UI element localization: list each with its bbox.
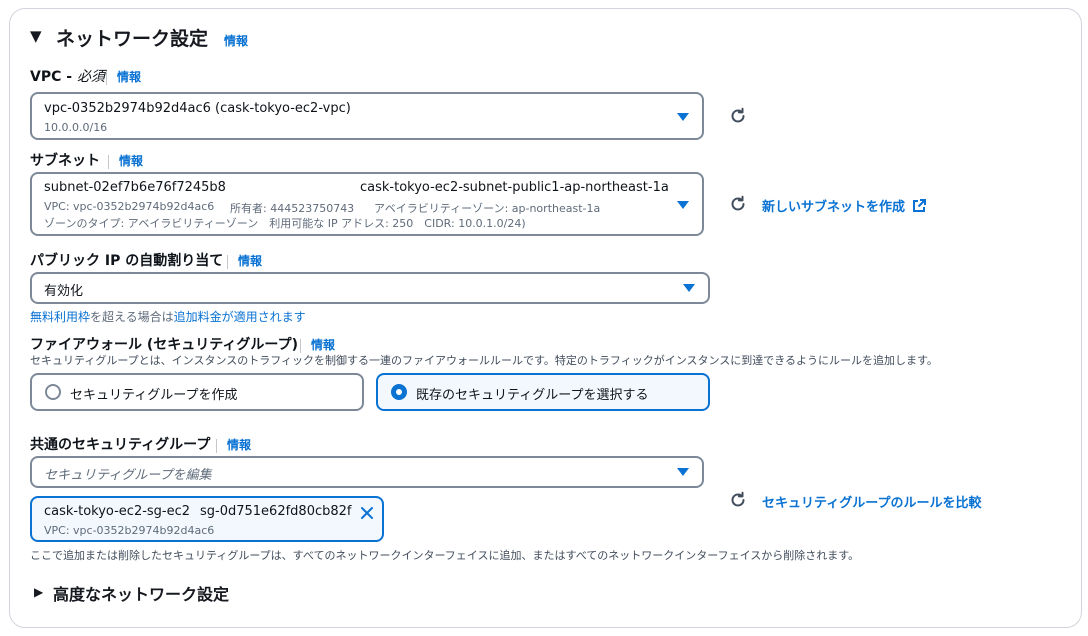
create-sg-option[interactable]: セキュリティグループを作成 [30, 373, 364, 411]
common-sg-label: 共通のセキュリティグループ [30, 437, 211, 453]
sg-token-vpc: VPC: vpc-0352b2974b92d4ac6 [44, 524, 215, 537]
refresh-icon[interactable] [729, 107, 747, 125]
sg-token-id: sg-0d751e62fd80cb82f [200, 504, 352, 519]
public-ip-value: 有効化 [44, 284, 84, 299]
subnet-az: アベイラビリティーゾーン: ap-northeast-1a [374, 202, 601, 215]
subnet-info-link[interactable]: 情報 [119, 154, 143, 168]
vpc-select-value: vpc-0352b2974b92d4ac6 (cask-tokyo-ec2-vp… [44, 101, 351, 116]
section-toggle[interactable]: ▼ [30, 27, 42, 45]
sg-footnote: ここで追加または削除したセキュリティグループは、すべてのネットワークインターフェ… [30, 549, 860, 562]
firewall-info: 情報 [292, 336, 335, 353]
sg-search-placeholder: セキュリティグループを編集 [44, 468, 212, 483]
create-sg-radio[interactable] [45, 384, 61, 400]
vpc-info-link[interactable]: 情報 [117, 70, 141, 84]
extra-charge-link[interactable]: 追加料金が適用されます [174, 310, 306, 324]
caret-down-icon [677, 201, 689, 209]
existing-sg-label: 既存のセキュリティグループを選択する [416, 388, 649, 403]
caret-down-icon [677, 468, 689, 476]
vpc-select[interactable]: vpc-0352b2974b92d4ac6 (cask-tokyo-ec2-vp… [30, 92, 704, 140]
sg-token: cask-tokyo-ec2-sg-ec2 sg-0d751e62fd80cb8… [30, 496, 384, 542]
sg-token-name: cask-tokyo-ec2-sg-ec2 [44, 504, 191, 519]
subnet-info: 情報 [100, 152, 143, 169]
vpc-label: VPC - 必須 [30, 69, 105, 85]
subnet-owner: 所有者: 444523750743 [230, 202, 355, 215]
existing-sg-option[interactable]: 既存のセキュリティグループを選択する [376, 373, 710, 411]
compare-sg-rules-link[interactable]: セキュリティグループのルールを比較 [762, 492, 981, 511]
refresh-icon[interactable] [729, 195, 747, 213]
sg-search-input[interactable]: セキュリティグループを編集 [30, 456, 704, 488]
public-ip-select[interactable]: 有効化 [30, 272, 710, 304]
firewall-info-link[interactable]: 情報 [311, 338, 335, 352]
subnet-vpc: VPC: vpc-0352b2974b92d4ac6 [44, 200, 215, 213]
refresh-icon[interactable] [729, 491, 747, 509]
subnet-select[interactable]: subnet-02ef7b6e76f7245b8 cask-tokyo-ec2-… [30, 172, 704, 236]
public-ip-info-link[interactable]: 情報 [238, 254, 262, 268]
close-icon[interactable] [360, 506, 374, 520]
common-sg-info: 情報 [208, 436, 251, 453]
advanced-toggle[interactable]: ▶ [34, 585, 43, 599]
create-sg-label: セキュリティグループを作成 [70, 388, 238, 403]
subnet-details: ゾーンのタイプ: アベイラビリティーゾーン 利用可能な IP アドレス: 250… [44, 217, 526, 230]
free-tier-link[interactable]: 無料利用枠 [30, 310, 90, 324]
public-ip-label: パブリック IP の自動割り当て [30, 253, 224, 269]
caret-down-icon [677, 113, 689, 121]
caret-down-icon [683, 284, 695, 292]
subnet-name: cask-tokyo-ec2-subnet-public1-ap-northea… [360, 180, 669, 195]
advanced-network-settings[interactable]: 高度なネットワーク設定 [53, 581, 229, 605]
public-ip-note: 無料利用枠を超える場合は追加料金が適用されます [30, 310, 306, 324]
section-info-link[interactable]: 情報 [224, 32, 248, 49]
external-link-icon [912, 199, 926, 212]
firewall-label: ファイアウォール (セキュリティグループ) [30, 337, 298, 353]
subnet-label: サブネット [30, 153, 100, 169]
vpc-info: 情報 [98, 68, 141, 85]
create-subnet-link[interactable]: 新しいサブネットを作成 [762, 196, 926, 215]
section-title: ネットワーク設定 [56, 28, 209, 50]
existing-sg-radio[interactable] [391, 384, 407, 400]
subnet-id: subnet-02ef7b6e76f7245b8 [44, 180, 226, 195]
public-ip-info: 情報 [219, 252, 262, 269]
firewall-description: セキュリティグループとは、インスタンスのトラフィックを制御する一連のファイアウォ… [30, 354, 938, 367]
vpc-cidr: 10.0.0.0/16 [44, 121, 108, 134]
common-sg-info-link[interactable]: 情報 [227, 438, 251, 452]
